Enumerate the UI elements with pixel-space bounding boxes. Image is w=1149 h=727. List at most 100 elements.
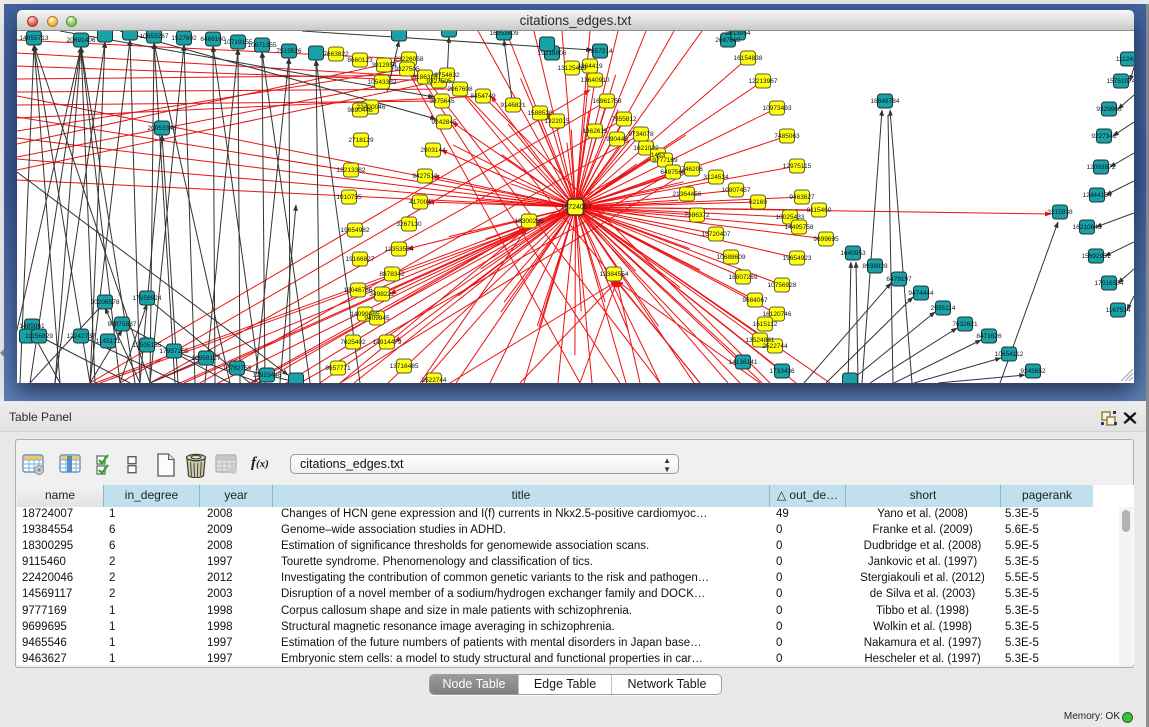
svg-text:18724007: 18724007	[560, 204, 591, 211]
svg-text:10756928: 10756928	[768, 282, 797, 289]
svg-text:20206578: 20206578	[91, 299, 120, 306]
svg-text:16120746: 16120746	[763, 311, 792, 318]
svg-text:9146821: 9146821	[500, 102, 526, 109]
svg-text:62160: 62160	[749, 199, 767, 206]
svg-text:2687682: 2687682	[715, 37, 741, 44]
svg-text:2967608: 2967608	[447, 86, 473, 93]
svg-text:1010755: 1010755	[336, 194, 362, 201]
svg-text:2522744: 2522744	[421, 377, 447, 383]
svg-text:3124534: 3124534	[703, 174, 729, 181]
svg-text:20053346: 20053346	[148, 125, 177, 132]
svg-text:19654982: 19654982	[341, 227, 370, 234]
svg-text:9734078: 9734078	[628, 131, 654, 138]
svg-text:18807269: 18807269	[729, 274, 758, 281]
svg-text:6479197: 6479197	[886, 276, 912, 283]
svg-text:2903144: 2903144	[420, 147, 446, 154]
svg-text:9115460: 9115460	[807, 207, 832, 214]
svg-text:7386372: 7386372	[684, 212, 710, 219]
svg-text:9245652: 9245652	[1020, 368, 1046, 375]
svg-text:417004: 417004	[409, 199, 431, 206]
svg-text:8878342: 8878342	[379, 271, 405, 278]
svg-text:2522744: 2522744	[762, 343, 788, 350]
svg-text:1615112: 1615112	[753, 321, 778, 328]
svg-text:15720407: 15720407	[702, 231, 731, 238]
svg-text:16961758: 16961758	[593, 98, 622, 105]
svg-text:7663822: 7663822	[323, 51, 349, 58]
svg-text:1640953: 1640953	[840, 250, 866, 257]
svg-text:1112419: 1112419	[1116, 56, 1134, 63]
svg-text:1145131: 1145131	[96, 338, 121, 345]
svg-text:7955812: 7955812	[611, 116, 637, 123]
svg-text:9657771: 9657771	[325, 365, 351, 372]
svg-text:15692951: 15692951	[1082, 253, 1111, 260]
svg-text:21364456: 21364456	[673, 191, 702, 198]
svg-text:10025433: 10025433	[776, 214, 805, 221]
svg-text:15751074: 15751074	[1107, 78, 1134, 85]
svg-text:12975115: 12975115	[783, 163, 812, 170]
svg-text:8938928: 8938928	[862, 263, 888, 270]
svg-text:12213382: 12213382	[337, 167, 366, 174]
svg-text:9463627: 9463627	[789, 194, 815, 201]
svg-text:7515526: 7515526	[276, 48, 302, 55]
svg-text:2718129: 2718129	[348, 137, 374, 144]
svg-text:7632621: 7632621	[952, 321, 978, 328]
svg-text:23226058: 23226058	[395, 56, 424, 63]
svg-text:12213967: 12213967	[749, 78, 778, 85]
svg-text:1485061: 1485061	[19, 323, 45, 330]
svg-text:12444154: 12444154	[1083, 192, 1112, 199]
svg-text:1588520: 1588520	[527, 110, 553, 117]
svg-text:16848784: 16848784	[871, 98, 900, 105]
svg-text:17957255: 17957255	[160, 348, 189, 355]
svg-text:8471626: 8471626	[976, 333, 1002, 340]
svg-text:19384554: 19384554	[600, 271, 629, 278]
svg-text:2754632: 2754632	[434, 72, 460, 79]
svg-text:19654923: 19654923	[783, 255, 812, 262]
svg-text:8660123: 8660123	[347, 57, 373, 64]
svg-text:1621022: 1621022	[633, 145, 659, 152]
svg-text:9327505: 9327505	[394, 66, 420, 73]
svg-text:9227342: 9227342	[1091, 133, 1117, 140]
svg-text:17016504: 17016504	[1095, 280, 1124, 287]
svg-text:7857214: 7857214	[587, 48, 613, 55]
svg-text:16210643: 16210643	[1073, 224, 1102, 231]
svg-text:8454749: 8454749	[470, 93, 496, 100]
svg-text:1362615: 1362615	[582, 128, 608, 135]
svg-text:13640910: 13640910	[581, 77, 610, 84]
svg-text:9777169: 9777169	[652, 157, 678, 164]
svg-text:14914479: 14914479	[373, 339, 402, 346]
svg-text:12353594: 12353594	[385, 246, 414, 253]
svg-text:1364419: 1364419	[577, 63, 603, 70]
svg-text:10543382: 10543382	[368, 79, 397, 86]
svg-text:990448: 990448	[606, 136, 628, 143]
svg-text:3912954: 3912954	[371, 62, 397, 69]
svg-text:10653267: 10653267	[140, 33, 169, 40]
svg-text:20691406: 20691406	[67, 37, 96, 44]
svg-text:19218906: 19218906	[538, 50, 567, 57]
svg-text:90975887: 90975887	[108, 321, 137, 328]
svg-text:3267130: 3267130	[396, 221, 422, 228]
svg-text:9329966: 9329966	[1096, 106, 1122, 113]
svg-text:3498222: 3498222	[369, 291, 395, 298]
svg-text:3215938: 3215938	[1047, 209, 1073, 216]
svg-text:10688609: 10688609	[717, 254, 746, 261]
svg-text:746206: 746206	[681, 166, 703, 173]
svg-text:16154838: 16154838	[734, 55, 763, 62]
svg-text:17359924: 17359924	[133, 295, 162, 302]
svg-text:1733436: 1733436	[769, 368, 795, 375]
svg-text:7625402: 7625402	[340, 339, 366, 346]
svg-text:1322015: 1322015	[544, 118, 570, 125]
svg-text:10782759: 10782759	[223, 365, 252, 372]
svg-text:9684067: 9684067	[742, 297, 768, 304]
svg-text:9474444: 9474444	[908, 290, 934, 297]
svg-text:10654112: 10654112	[995, 351, 1024, 358]
svg-text:10973493: 10973493	[763, 105, 792, 112]
svg-text:10807457: 10807457	[722, 187, 751, 194]
svg-text:6466160: 6466160	[200, 36, 226, 43]
svg-text:13716485: 13716485	[390, 363, 419, 370]
svg-text:2935114: 2935114	[931, 305, 956, 312]
svg-text:12093872: 12093872	[1087, 164, 1116, 171]
svg-text:14136141: 14136141	[729, 359, 758, 366]
svg-text:1527602: 1527602	[171, 35, 197, 42]
svg-text:16958127: 16958127	[192, 355, 221, 362]
svg-text:14495758: 14495758	[785, 224, 814, 231]
